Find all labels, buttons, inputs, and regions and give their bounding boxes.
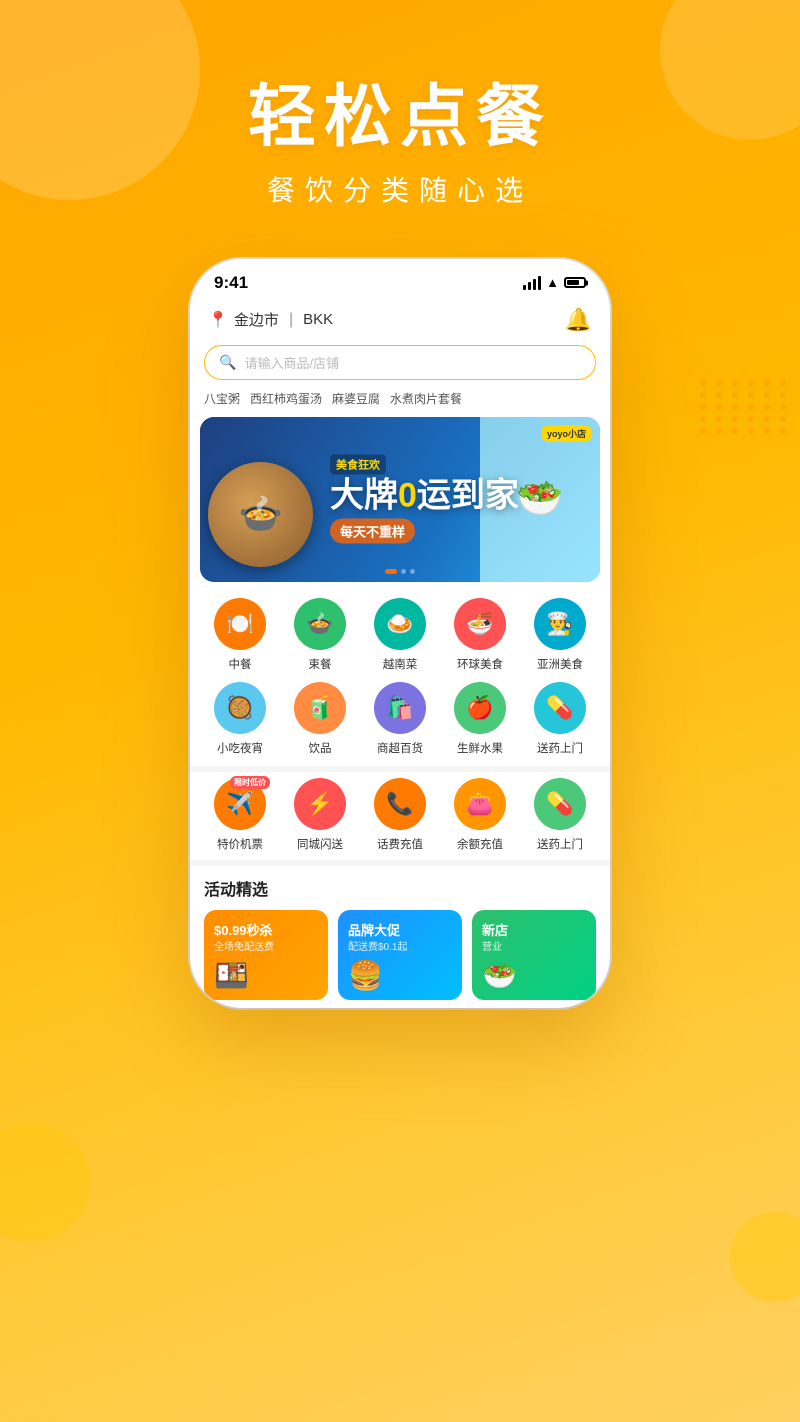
- banner-tag: 每天不重样: [330, 519, 415, 544]
- quick-tags-row: 八宝粥 西红柿鸡蛋汤 麻婆豆腐 水煮肉片套餐: [190, 390, 610, 417]
- category-asian-food[interactable]: 👨‍🍳 亚洲美食: [524, 598, 596, 672]
- activity-section: 活动精选 $0.99秒杀 全场免配送费 🍱 品牌大促 配送费$0.1起 🍔 新店…: [190, 860, 610, 1008]
- chinese-food-icon: 🍽️: [214, 598, 266, 650]
- category-row-2: 🥘 小吃夜宵 🧃 饮品 🛍️ 商超百货 🍎 生鲜水果 💊 送药上门: [200, 682, 600, 756]
- activity-card-brand-promo[interactable]: 品牌大促 配送费$0.1起 🍔: [338, 910, 462, 1000]
- search-icon: 🔍: [219, 354, 236, 371]
- bg-circle-bottomleft: [0, 1122, 90, 1242]
- cheap-flights-label: 特价机票: [217, 836, 263, 852]
- phone-recharge-icon: 📞: [374, 778, 426, 830]
- location-city: BKK: [303, 311, 333, 328]
- wifi-icon: ▲: [546, 275, 559, 290]
- category-bundle-meal[interactable]: 🍲 束餐: [284, 598, 356, 672]
- services-row: 限时低价 ✈️ 特价机票 ⚡ 同城闪送 📞 话费充值 👛 余额充值 💊: [200, 778, 600, 852]
- category-medicine-delivery[interactable]: 💊 送药上门: [524, 682, 596, 756]
- asian-food-label: 亚洲美食: [537, 656, 583, 672]
- supermarket-icon: 🛍️: [374, 682, 426, 734]
- medicine-home-label: 送药上门: [537, 836, 583, 852]
- quick-tag-1[interactable]: 八宝粥: [204, 390, 240, 407]
- bundle-meal-label: 束餐: [309, 656, 332, 672]
- balance-recharge-icon: 👛: [454, 778, 506, 830]
- quick-tag-4[interactable]: 水煮肉片套餐: [390, 390, 462, 407]
- app-header: 📍 金边市 | BKK 🔔: [190, 299, 610, 341]
- service-cheap-flights[interactable]: 限时低价 ✈️ 特价机票: [204, 778, 276, 852]
- global-food-label: 环球美食: [457, 656, 503, 672]
- location-divider: |: [289, 311, 293, 329]
- bundle-meal-icon: 🍲: [294, 598, 346, 650]
- category-supermarket[interactable]: 🛍️ 商超百货: [364, 682, 436, 756]
- cheap-flights-badge: 限时低价: [230, 776, 270, 789]
- chinese-food-label: 中餐: [229, 656, 252, 672]
- asian-food-icon: 👨‍🍳: [534, 598, 586, 650]
- brand-promo-sublabel: 配送费$0.1起: [348, 938, 407, 953]
- quick-tag-3[interactable]: 麻婆豆腐: [332, 390, 380, 407]
- banner-main-text2: 运到家: [417, 477, 519, 515]
- location-pin-icon: 📍: [208, 310, 228, 330]
- fresh-produce-label: 生鲜水果: [457, 740, 503, 756]
- service-balance-recharge[interactable]: 👛 余额充值: [444, 778, 516, 852]
- search-bar[interactable]: 🔍 请输入商品/店铺: [204, 345, 596, 380]
- flash-sale-label: $0.99秒杀: [214, 920, 273, 939]
- category-section: 🍽️ 中餐 🍲 束餐 🍛 越南菜 🍜 环球美食 👨‍🍳 亚洲美食: [190, 594, 610, 756]
- bg-circle-bottomright: [730, 1212, 800, 1302]
- balance-recharge-label: 余额充值: [457, 836, 503, 852]
- medicine-icon: 💊: [534, 682, 586, 734]
- category-row-1: 🍽️ 中餐 🍲 束餐 🍛 越南菜 🍜 环球美食 👨‍🍳 亚洲美食: [200, 598, 600, 672]
- drinks-icon: 🧃: [294, 682, 346, 734]
- new-store-label: 新店: [482, 920, 508, 939]
- activity-cards: $0.99秒杀 全场免配送费 🍱 品牌大促 配送费$0.1起 🍔 新店 营业 🥗: [204, 910, 596, 1000]
- hero-title: 轻松点餐: [0, 80, 800, 155]
- quick-tag-2[interactable]: 西红柿鸡蛋汤: [250, 390, 322, 407]
- banner-zero: 0: [398, 477, 417, 515]
- snacks-icon: 🥘: [214, 682, 266, 734]
- category-fresh-produce[interactable]: 🍎 生鲜水果: [444, 682, 516, 756]
- medicine-label: 送药上门: [537, 740, 583, 756]
- service-phone-recharge[interactable]: 📞 话费充值: [364, 778, 436, 852]
- flash-sale-sublabel: 全场免配送费: [214, 938, 274, 953]
- activity-card-new-store[interactable]: 新店 营业 🥗: [472, 910, 596, 1000]
- status-bar: 9:41 ▲: [190, 259, 610, 299]
- activity-card-flash-sale[interactable]: $0.99秒杀 全场免配送费 🍱: [204, 910, 328, 1000]
- hero-section: 轻松点餐 餐饮分类随心选: [0, 0, 800, 249]
- vietnamese-icon: 🍛: [374, 598, 426, 650]
- new-store-sublabel: 营业: [482, 938, 502, 953]
- category-global-food[interactable]: 🍜 环球美食: [444, 598, 516, 672]
- notification-bell-icon[interactable]: 🔔: [565, 307, 592, 333]
- supermarket-label: 商超百货: [377, 740, 423, 756]
- service-medicine-home[interactable]: 💊 送药上门: [524, 778, 596, 852]
- category-vietnamese[interactable]: 🍛 越南菜: [364, 598, 436, 672]
- medicine-home-icon: 💊: [534, 778, 586, 830]
- promo-banner[interactable]: 🍲 美食狂欢 大牌0运到家 每天不重样 🥗 yoyo小店: [200, 417, 600, 582]
- phone-wrapper: 9:41 ▲ 📍 金边市 | BKK: [0, 259, 800, 1008]
- banner-dots: [385, 569, 415, 574]
- banner-sub-label: 美食狂欢: [330, 455, 386, 475]
- category-chinese-food[interactable]: 🍽️ 中餐: [204, 598, 276, 672]
- phone-mockup: 9:41 ▲ 📍 金边市 | BKK: [190, 259, 610, 1008]
- status-time: 9:41: [214, 273, 248, 293]
- fresh-produce-icon: 🍎: [454, 682, 506, 734]
- location-area[interactable]: 📍 金边市 | BKK: [208, 309, 333, 330]
- brand-promo-label: 品牌大促: [348, 920, 400, 939]
- banner-main-text1: 大牌: [330, 477, 398, 515]
- phone-recharge-label: 话费充值: [377, 836, 423, 852]
- battery-icon: [564, 277, 586, 288]
- hero-subtitle: 餐饮分类随心选: [0, 169, 800, 209]
- activity-section-title: 活动精选: [204, 876, 596, 900]
- flash-delivery-label: 同城闪送: [297, 836, 343, 852]
- banner-store-label: yoyo小店: [541, 425, 592, 442]
- location-name: 金边市: [234, 309, 279, 330]
- signal-icon: [523, 276, 541, 290]
- category-snacks[interactable]: 🥘 小吃夜宵: [204, 682, 276, 756]
- service-flash-delivery[interactable]: ⚡ 同城闪送: [284, 778, 356, 852]
- vietnamese-label: 越南菜: [383, 656, 418, 672]
- search-input[interactable]: 请输入商品/店铺: [244, 353, 339, 372]
- snacks-label: 小吃夜宵: [217, 740, 263, 756]
- global-food-icon: 🍜: [454, 598, 506, 650]
- services-section: 限时低价 ✈️ 特价机票 ⚡ 同城闪送 📞 话费充值 👛 余额充值 💊: [190, 766, 610, 860]
- drinks-label: 饮品: [309, 740, 332, 756]
- flash-delivery-icon: ⚡: [294, 778, 346, 830]
- category-drinks[interactable]: 🧃 饮品: [284, 682, 356, 756]
- status-icons: ▲: [523, 275, 586, 290]
